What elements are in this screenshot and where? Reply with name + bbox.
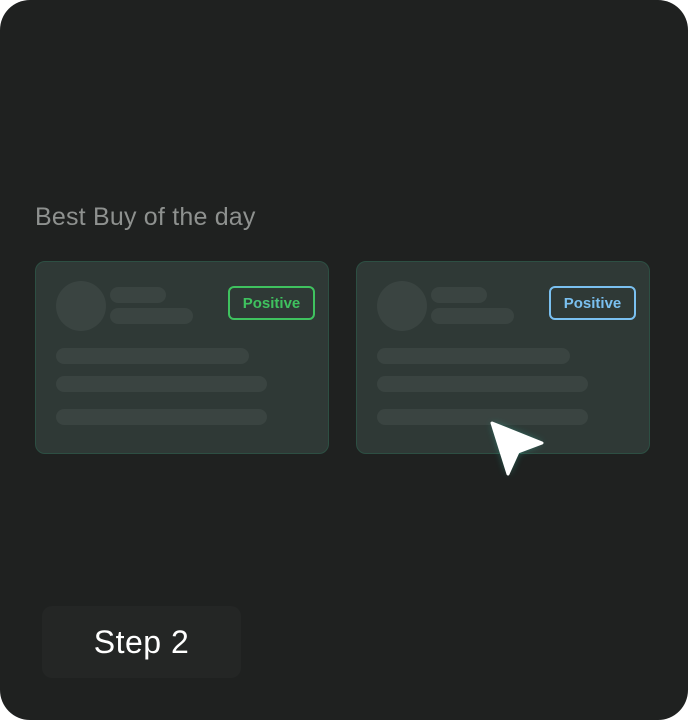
name-placeholder: [110, 287, 166, 303]
section-title: Best Buy of the day: [35, 203, 256, 231]
sentiment-badge-positive[interactable]: Positive: [228, 286, 315, 320]
step-label: Step 2: [93, 623, 190, 660]
text-line-placeholder: [56, 409, 267, 425]
text-line-placeholder: [377, 409, 588, 425]
text-line-placeholder: [56, 348, 249, 364]
step-indicator: Step 2: [42, 606, 241, 678]
sentiment-badge-positive-selected[interactable]: Positive: [549, 286, 636, 320]
pointer-arrow-icon: [490, 421, 544, 476]
avatar-placeholder: [377, 281, 427, 331]
product-card[interactable]: Positive: [35, 261, 329, 454]
text-line-placeholder: [377, 348, 570, 364]
avatar-placeholder: [56, 281, 106, 331]
text-line-placeholder: [56, 376, 267, 392]
name-placeholder: [431, 287, 487, 303]
subtitle-placeholder: [110, 308, 193, 324]
text-line-placeholder: [377, 376, 588, 392]
subtitle-placeholder: [431, 308, 514, 324]
app-frame: Best Buy of the day Positive Positive St…: [0, 0, 688, 720]
